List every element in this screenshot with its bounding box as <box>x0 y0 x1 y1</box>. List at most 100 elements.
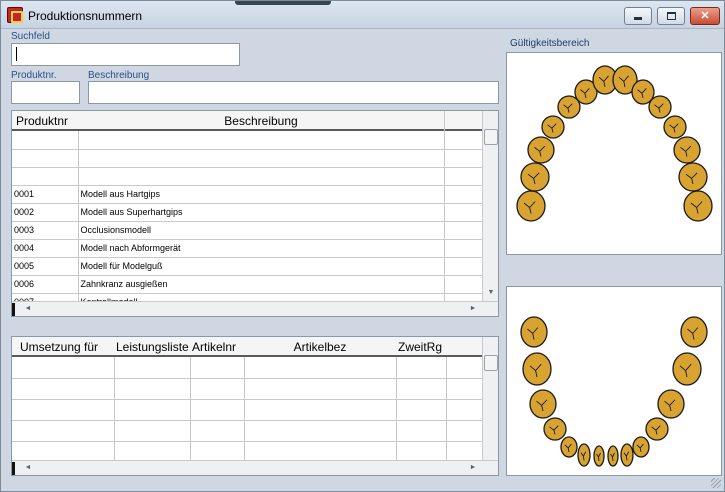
lower-tooth-2[interactable] <box>522 352 552 386</box>
produktnr-cell: 0006 <box>12 275 79 294</box>
table-row[interactable] <box>12 378 483 400</box>
column-header-zweitrg[interactable]: ZweitRg <box>398 340 446 354</box>
table-row[interactable]: 0006 Zahnkranz ausgießen <box>12 275 483 294</box>
beschreibung-filter-input[interactable] <box>88 81 499 104</box>
beschreibung-cell: Modell aus Superhartgips <box>78 203 445 222</box>
extra-cell <box>444 167 483 186</box>
lower-jaw-panel[interactable] <box>506 286 722 476</box>
detail-cell <box>446 441 483 463</box>
beschreibung-cell <box>78 167 445 186</box>
detail-cell <box>190 357 245 379</box>
detail-table-header: Umsetzung für Leistungsliste Artikelnr A… <box>12 337 482 357</box>
scroll-down-icon[interactable]: ▼ <box>483 289 498 296</box>
maximize-icon <box>667 12 676 20</box>
lower-tooth-9[interactable] <box>620 443 634 467</box>
column-header-umsetzung[interactable]: Umsetzung für <box>20 340 116 354</box>
title-bar[interactable]: Produktionsnummern ✕ <box>1 1 724 29</box>
produktnr-filter-input[interactable] <box>11 81 80 104</box>
table-row[interactable] <box>12 399 483 421</box>
upper-tooth-13[interactable] <box>678 162 708 192</box>
close-button[interactable]: ✕ <box>690 7 720 25</box>
table-row[interactable] <box>12 149 483 168</box>
product-table-vertical-scrollbar[interactable]: ▼ <box>482 111 498 301</box>
upper-tooth-12[interactable] <box>673 136 701 164</box>
beschreibung-cell: Modell nach Abformgerät <box>78 239 445 258</box>
detail-table-vertical-scrollbar[interactable] <box>482 337 498 460</box>
product-table[interactable]: Produktnr Beschreibung 0001 Modell aus Ha… <box>11 110 499 317</box>
upper-tooth-1[interactable] <box>516 190 546 222</box>
detail-table[interactable]: Umsetzung für Leistungsliste Artikelnr A… <box>11 336 499 476</box>
lower-tooth-6[interactable] <box>577 443 591 467</box>
lower-tooth-12[interactable] <box>657 389 685 419</box>
table-row[interactable] <box>12 357 483 379</box>
detail-table-scroll-thumb[interactable] <box>484 355 498 371</box>
validity-label: Gültigkeitsbereich <box>510 38 590 49</box>
lower-tooth-5[interactable] <box>560 436 578 458</box>
column-header-leistungsliste[interactable]: Leistungsliste <box>116 340 190 354</box>
upper-tooth-3[interactable] <box>527 136 555 164</box>
product-table-horizontal-scrollbar[interactable]: ◄ ► <box>12 301 498 316</box>
table-row[interactable]: 0004 Modell nach Abformgerät <box>12 239 483 258</box>
extra-cell <box>444 239 483 258</box>
upper-tooth-4[interactable] <box>541 115 565 139</box>
detail-cell <box>244 441 397 463</box>
detail-cell <box>446 357 483 379</box>
lower-tooth-14[interactable] <box>680 316 708 348</box>
extra-cell <box>444 149 483 168</box>
upper-jaw-panel[interactable] <box>506 52 722 255</box>
column-header-artikelbez[interactable]: Artikelbez <box>244 340 396 354</box>
maximize-button[interactable] <box>657 7 685 25</box>
lower-tooth-13[interactable] <box>672 352 702 386</box>
detail-cell <box>190 420 245 442</box>
detail-table-body <box>12 357 483 463</box>
table-row[interactable]: 0002 Modell aus Superhartgips <box>12 203 483 222</box>
detail-cell <box>396 420 447 442</box>
close-icon: ✕ <box>700 10 710 22</box>
scroll-right-icon[interactable]: ► <box>465 305 481 312</box>
upper-tooth-11[interactable] <box>663 115 687 139</box>
detail-table-horizontal-scrollbar[interactable]: ◄ ► <box>12 460 498 475</box>
lower-tooth-3[interactable] <box>529 389 557 419</box>
detail-cell <box>190 378 245 400</box>
resize-grip-icon[interactable] <box>711 478 721 488</box>
upper-jaw-diagram[interactable] <box>507 53 721 254</box>
upper-tooth-2[interactable] <box>520 162 550 192</box>
detail-table-hscroll-thumb[interactable] <box>12 462 15 475</box>
product-table-scroll-thumb[interactable] <box>484 129 498 145</box>
beschreibung-cell <box>78 131 445 150</box>
scroll-left-icon[interactable]: ◄ <box>20 305 36 312</box>
extra-cell <box>444 185 483 204</box>
product-table-hscroll-thumb[interactable] <box>12 303 15 316</box>
table-row[interactable] <box>12 441 483 463</box>
lower-tooth-7[interactable] <box>593 445 605 467</box>
column-header-artikelnr[interactable]: Artikelnr <box>192 340 246 354</box>
app-icon[interactable] <box>7 7 23 23</box>
detail-cell <box>396 378 447 400</box>
table-row[interactable]: 0003 Occlusionsmodell <box>12 221 483 240</box>
detail-cell <box>12 399 115 421</box>
lower-jaw-diagram[interactable] <box>507 287 721 475</box>
scroll-left-icon[interactable]: ◄ <box>20 464 36 471</box>
lower-tooth-10[interactable] <box>632 436 650 458</box>
minimize-button[interactable] <box>624 7 652 25</box>
search-input[interactable] <box>11 43 240 66</box>
product-table-header: Produktnr Beschreibung <box>12 111 482 131</box>
detail-cell <box>244 420 397 442</box>
detail-cell <box>114 399 191 421</box>
upper-tooth-14[interactable] <box>683 190 713 222</box>
table-row[interactable] <box>12 420 483 442</box>
table-row[interactable]: 0005 Modell für Modelguß <box>12 257 483 276</box>
table-row[interactable] <box>12 167 483 186</box>
table-row[interactable] <box>12 131 483 150</box>
lower-tooth-8[interactable] <box>607 445 619 467</box>
beschreibung-filter-label: Beschreibung <box>88 70 150 81</box>
detail-cell <box>190 441 245 463</box>
column-header-produktnr[interactable]: Produktnr <box>16 114 76 128</box>
column-header-beschreibung[interactable]: Beschreibung <box>78 114 444 128</box>
lower-tooth-11[interactable] <box>645 417 669 441</box>
upper-tooth-10[interactable] <box>648 95 672 119</box>
lower-tooth-4[interactable] <box>543 417 567 441</box>
table-row[interactable]: 0001 Modell aus Hartgips <box>12 185 483 204</box>
lower-tooth-1[interactable] <box>520 316 548 348</box>
scroll-right-icon[interactable]: ► <box>465 464 481 471</box>
